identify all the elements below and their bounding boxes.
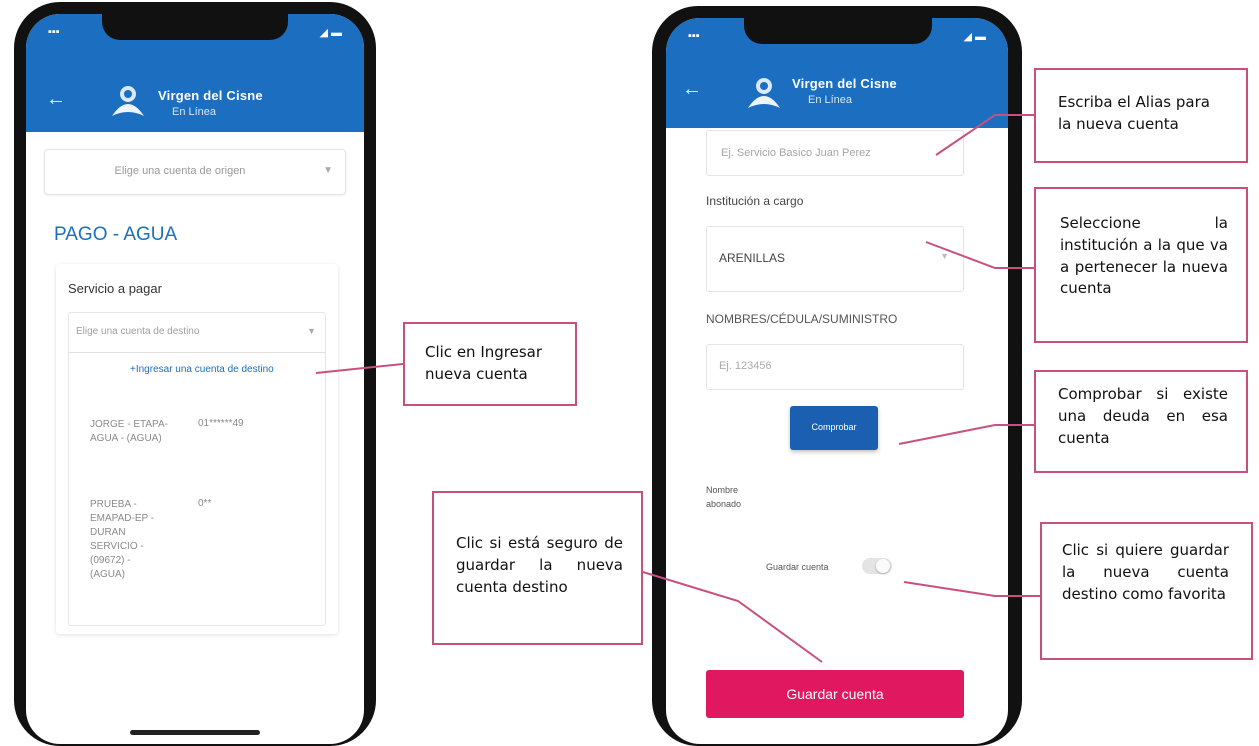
- callout-save-sure: Clic si está seguro de guardar la nueva …: [432, 491, 643, 645]
- callout-text: Escriba el Alias para la nueva cuenta: [1058, 93, 1210, 133]
- callout-text: Clic en Ingresar nueva cuenta: [425, 343, 543, 383]
- callout-alias: Escriba el Alias para la nueva cuenta: [1034, 68, 1248, 163]
- callout-favorite: Clic si quiere guardar la nueva cuenta d…: [1040, 522, 1253, 660]
- callout-text: Comprobar si existe una deuda en esa cue…: [1058, 385, 1228, 447]
- signal-icon: ◢ ▬: [319, 27, 342, 39]
- notch: [744, 18, 932, 44]
- callout-check-debt: Comprobar si existe una deuda en esa cue…: [1034, 370, 1248, 473]
- callout-text: Clic si quiere guardar la nueva cuenta d…: [1062, 541, 1229, 603]
- clock-icon: ▪▪▪: [48, 26, 60, 38]
- signal-icon: ◢ ▬: [963, 31, 986, 43]
- notch: [102, 14, 288, 40]
- callout-text: Seleccione la institución a la que va a …: [1060, 214, 1228, 298]
- callout-institution: Seleccione la institución a la que va a …: [1034, 187, 1248, 343]
- callout-click-new-account: Clic en Ingresar nueva cuenta: [403, 322, 577, 406]
- clock-icon: ▪▪▪: [688, 30, 700, 42]
- callout-text: Clic si está seguro de guardar la nueva …: [456, 534, 623, 596]
